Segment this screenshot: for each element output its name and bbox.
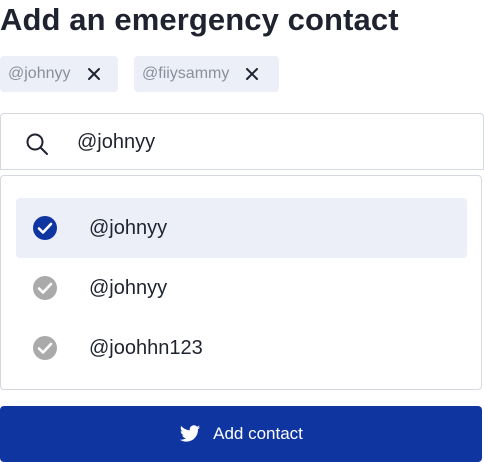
suggestion-option[interactable]: @johnyy bbox=[16, 198, 467, 258]
selected-contacts: @johnyy @fiiysammy bbox=[0, 56, 279, 92]
close-icon[interactable] bbox=[87, 67, 101, 81]
option-label: @johnyy bbox=[89, 216, 168, 239]
option-label: @johnyy bbox=[89, 276, 168, 299]
chip-label: @fiiysammy bbox=[142, 65, 230, 82]
chip-label: @johnyy bbox=[8, 65, 71, 82]
page-title: Add an emergency contact bbox=[0, 2, 399, 37]
suggestion-option[interactable]: @joohhn123 bbox=[16, 318, 467, 378]
close-icon[interactable] bbox=[245, 67, 259, 81]
suggestion-option[interactable]: @johnyy bbox=[16, 258, 467, 318]
check-circle-icon bbox=[32, 335, 58, 361]
twitter-icon bbox=[179, 423, 201, 445]
search-icon bbox=[25, 132, 49, 156]
check-circle-icon bbox=[32, 275, 58, 301]
add-contact-button[interactable]: Add contact bbox=[0, 406, 482, 462]
search-input[interactable] bbox=[77, 128, 467, 156]
suggestions-dropdown: @johnyy @johnyy @joohhn123 bbox=[0, 175, 482, 390]
emergency-contact-form: Add an emergency contact @johnyy @fiiysa… bbox=[0, 0, 484, 462]
add-contact-label: Add contact bbox=[213, 424, 303, 443]
search-box bbox=[0, 113, 484, 170]
contact-chip: @fiiysammy bbox=[134, 56, 279, 92]
option-label: @joohhn123 bbox=[89, 336, 203, 359]
contact-chip: @johnyy bbox=[0, 56, 118, 92]
check-circle-icon bbox=[32, 215, 58, 241]
